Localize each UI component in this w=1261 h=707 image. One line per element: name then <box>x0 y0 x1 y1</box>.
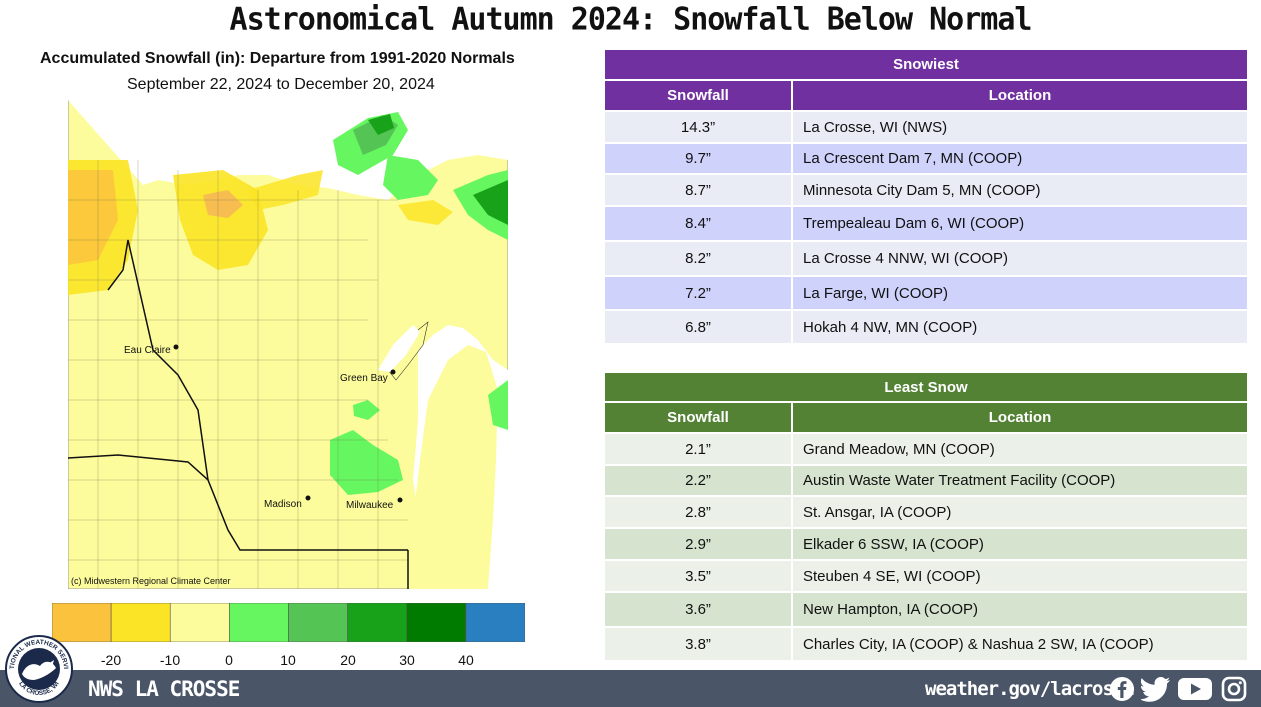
location-name: La Farge, WI (COOP) <box>793 277 1247 311</box>
snowfall-value: 8.7” <box>605 175 793 207</box>
table-row: 8.7” Minnesota City Dam 5, MN (COOP) <box>605 175 1247 207</box>
table-row: 3.5” Steuben 4 SE, WI (COOP) <box>605 561 1247 593</box>
snowiest-header-snowfall: Snowfall <box>605 81 793 112</box>
snowfall-value: 3.5” <box>605 561 793 593</box>
location-name: Grand Meadow, MN (COOP) <box>793 434 1247 466</box>
snowfall-value: 2.2” <box>605 466 793 497</box>
city-label-milwaukee: Milwaukee <box>346 500 394 511</box>
scale-label: 30 <box>399 652 415 668</box>
least-snow-banner: Least Snow <box>605 373 1247 403</box>
location-name: Elkader 6 SSW, IA (COOP) <box>793 529 1247 561</box>
office-name: NWS LA CROSSE <box>88 677 240 701</box>
scale-swatch <box>169 603 230 642</box>
snowfall-value: 3.8” <box>605 628 793 662</box>
location-name: Steuben 4 SE, WI (COOP) <box>793 561 1247 593</box>
scale-label: 10 <box>280 652 296 668</box>
website-link[interactable]: weather.gov/lacrosse <box>925 678 1135 700</box>
scale-label: 40 <box>458 652 474 668</box>
table-row: 9.7” La Crescent Dam 7, MN (COOP) <box>605 144 1247 175</box>
youtube-icon[interactable] <box>1177 676 1213 702</box>
location-name: Trempealeau Dam 6, WI (COOP) <box>793 207 1247 242</box>
location-name: Austin Waste Water Treatment Facility (C… <box>793 466 1247 497</box>
instagram-icon[interactable] <box>1221 676 1247 702</box>
location-name: Charles City, IA (COOP) & Nashua 2 SW, I… <box>793 628 1247 662</box>
location-name: New Hampton, IA (COOP) <box>793 593 1247 628</box>
nws-seal-logo: NATIONAL WEATHER SERVICE LA CROSSE, WI <box>4 634 73 703</box>
city-label-green-bay: Green Bay <box>340 373 388 384</box>
footer-bar: NWS LA CROSSE weather.gov/lacrosse <box>0 670 1261 707</box>
snowfall-value: 7.2” <box>605 277 793 311</box>
scale-label: 0 <box>225 652 233 668</box>
snowfall-value: 9.7” <box>605 144 793 175</box>
table-row: 8.2” La Crosse 4 NNW, WI (COOP) <box>605 242 1247 277</box>
snowfall-value: 8.2” <box>605 242 793 277</box>
scale-label: -10 <box>159 652 181 668</box>
location-name: St. Ansgar, IA (COOP) <box>793 497 1247 529</box>
color-scale-labels: -20 -10 0 10 20 30 40 <box>52 652 525 668</box>
snowfall-value: 8.4” <box>605 207 793 242</box>
snowfall-value: 2.1” <box>605 434 793 466</box>
facebook-icon[interactable] <box>1109 676 1135 702</box>
scale-swatch <box>465 603 525 642</box>
scale-swatch <box>406 603 467 642</box>
twitter-icon[interactable] <box>1141 676 1171 702</box>
least-snow-table: Least Snow Snowfall Location 2.1” Grand M… <box>605 373 1247 662</box>
table-row: 14.3” La Crosse, WI (NWS) <box>605 112 1247 144</box>
table-row: 2.1” Grand Meadow, MN (COOP) <box>605 434 1247 466</box>
snowiest-table: Snowiest Snowfall Location 14.3” La Cross… <box>605 50 1247 345</box>
table-row: 2.9” Elkader 6 SSW, IA (COOP) <box>605 529 1247 561</box>
slide-title: Astronomical Autumn 2024: Snowfall Below… <box>229 1 1033 38</box>
table-row: 8.4” Trempealeau Dam 6, WI (COOP) <box>605 207 1247 242</box>
table-row: 6.8” Hokah 4 NW, MN (COOP) <box>605 311 1247 345</box>
least-header-snowfall: Snowfall <box>605 403 793 434</box>
color-scale-legend <box>52 603 525 642</box>
map-credit: (c) Midwestern Regional Climate Center <box>71 576 231 586</box>
city-label-madison: Madison <box>264 499 302 510</box>
scale-swatch <box>229 603 289 642</box>
table-row: 3.6” New Hampton, IA (COOP) <box>605 593 1247 628</box>
location-name: La Crescent Dam 7, MN (COOP) <box>793 144 1247 175</box>
location-name: La Crosse 4 NNW, WI (COOP) <box>793 242 1247 277</box>
snowiest-banner: Snowiest <box>605 50 1247 81</box>
scale-label: -20 <box>100 652 122 668</box>
table-row: 2.2” Austin Waste Water Treatment Facilit… <box>605 466 1247 497</box>
snowfall-value: 3.6” <box>605 593 793 628</box>
snowfall-value: 6.8” <box>605 311 793 345</box>
snowfall-value: 2.8” <box>605 497 793 529</box>
map-title: Accumulated Snowfall (in): Departure fro… <box>40 50 515 67</box>
table-row: 3.8” Charles City, IA (COOP) & Nashua 2 S… <box>605 628 1247 662</box>
scale-label: 20 <box>340 652 356 668</box>
table-row: 2.8” St. Ansgar, IA (COOP) <box>605 497 1247 529</box>
scale-swatch <box>110 603 171 642</box>
table-row: 7.2” La Farge, WI (COOP) <box>605 277 1247 311</box>
snowiest-header-location: Location <box>793 81 1247 112</box>
location-name: La Crosse, WI (NWS) <box>793 112 1247 144</box>
least-header-location: Location <box>793 403 1247 434</box>
snowfall-value: 2.9” <box>605 529 793 561</box>
scale-swatch <box>288 603 348 642</box>
location-name: Minnesota City Dam 5, MN (COOP) <box>793 175 1247 207</box>
location-name: Hokah 4 NW, MN (COOP) <box>793 311 1247 345</box>
city-label-eau-claire: Eau Claire <box>124 345 171 356</box>
scale-swatch <box>347 603 408 642</box>
snowfall-value: 14.3” <box>605 112 793 144</box>
map-date-range: September 22, 2024 to December 20, 2024 <box>127 76 435 93</box>
